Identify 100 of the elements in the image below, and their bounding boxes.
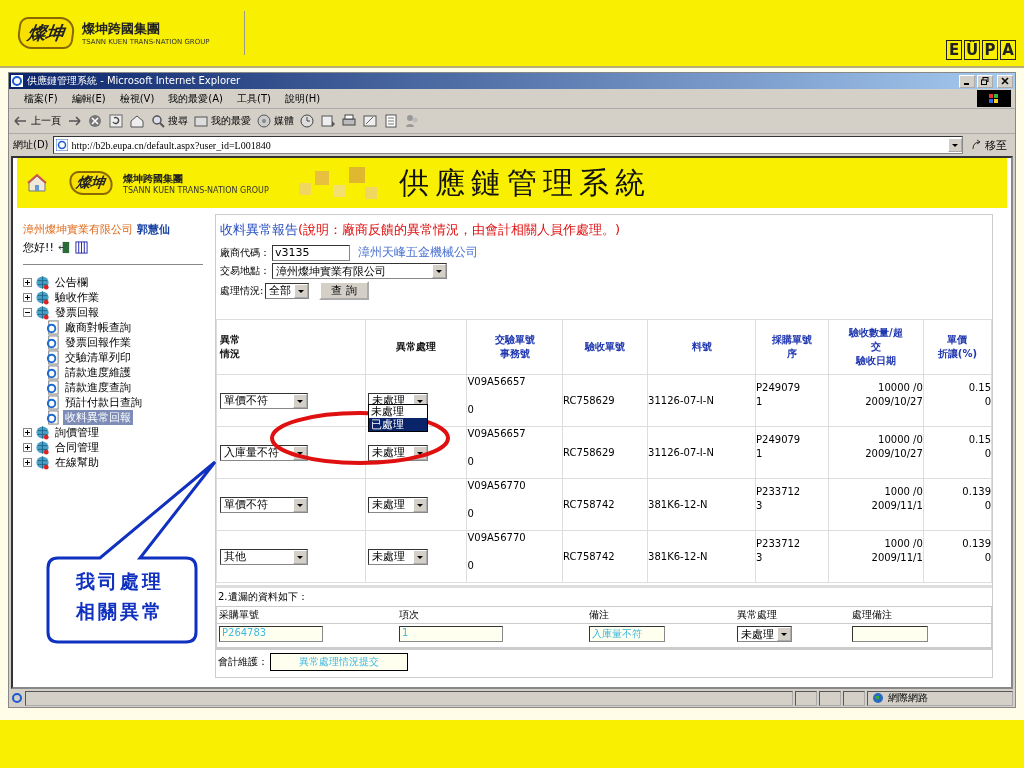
handling-select[interactable]: 未處理 (367, 444, 428, 461)
home-icon[interactable] (27, 173, 47, 193)
caret-icon (435, 267, 443, 275)
handling-remark-field[interactable] (852, 626, 928, 642)
globe-icon (35, 290, 50, 305)
dropdown-option[interactable]: 已處理 (368, 418, 427, 431)
dropdown-button[interactable] (293, 497, 307, 512)
query-button[interactable]: 查 詢 (319, 281, 369, 300)
tree-item[interactable]: 驗收作業 (53, 290, 101, 305)
refresh-button[interactable] (108, 113, 124, 129)
handling-select[interactable]: 未處理 (737, 626, 792, 642)
tree-item[interactable]: 發票回報作業 (63, 335, 133, 350)
table-cell-text: 3 (756, 499, 764, 513)
vendor-code-field[interactable]: v3135 (272, 244, 350, 261)
page-icon (45, 320, 60, 335)
history-button[interactable] (299, 113, 315, 129)
back-button[interactable]: 上一頁 (13, 113, 61, 129)
home-button[interactable] (129, 113, 145, 129)
go-button[interactable]: 移至 (967, 137, 1011, 153)
tree-item[interactable]: 請款進度維護 (63, 365, 133, 380)
address-field[interactable]: http://b2b.eupa.cn/default.aspx?user_id=L001840 (52, 136, 963, 154)
tree-item[interactable]: 請款進度查詢 (63, 380, 133, 395)
status-select[interactable]: 全部 (265, 282, 310, 299)
media-button[interactable]: 媒體 (256, 113, 294, 129)
table-cell-text: 1 (756, 447, 764, 461)
tree-item[interactable]: 廠商對帳查詢 (63, 320, 133, 335)
favorites-button[interactable]: 我的最愛 (193, 113, 251, 129)
issue-select[interactable]: 單價不符 (220, 392, 308, 409)
edit-button[interactable] (362, 113, 378, 129)
home-icon (129, 113, 145, 129)
caret-icon (780, 630, 788, 638)
table-cell: 381K6-12-N (648, 499, 708, 510)
dropdown-button[interactable] (948, 138, 962, 152)
discuss-button[interactable] (383, 113, 399, 129)
table-cell-text: 0 (467, 559, 475, 573)
dropdown-button[interactable] (412, 549, 427, 564)
column-header[interactable]: 交驗單號 事務號 (466, 319, 563, 375)
page-icon (45, 335, 60, 350)
door-icon[interactable] (57, 240, 71, 254)
dropdown-button[interactable] (293, 393, 307, 408)
location-select[interactable]: 漳州燦坤實業有限公司 (272, 263, 447, 279)
close-button[interactable] (997, 74, 1013, 88)
table-cell-text: 0.15 (967, 381, 991, 395)
tree-item[interactable]: 發票回報 (53, 305, 101, 320)
restore-button[interactable] (977, 74, 993, 88)
handling-select[interactable]: 未處理 (367, 548, 428, 565)
expand-icon[interactable] (23, 293, 32, 302)
globe-icon (35, 425, 50, 440)
tree-item[interactable]: 合同管理 (53, 440, 101, 455)
tree-item[interactable]: 公告欄 (53, 275, 90, 290)
table-cell: 381K6-12-N (648, 551, 708, 562)
dropdown-button[interactable] (432, 264, 446, 278)
menu-item[interactable]: 檔案(F) (17, 91, 65, 106)
menu-item[interactable]: 我的最愛(A) (161, 91, 230, 106)
menu-item[interactable]: 編輯(E) (64, 91, 113, 106)
tree-item[interactable]: 在線幫助 (53, 455, 101, 470)
collapse-icon[interactable] (23, 308, 32, 317)
report-note: (說明：廠商反饋的異常情況，由會計相關人員作處理。) (298, 222, 621, 237)
printer-icon (341, 113, 357, 129)
stop-button[interactable] (87, 113, 103, 129)
handling-select[interactable]: 未處理 (367, 496, 428, 513)
dropdown-button[interactable] (294, 283, 309, 298)
column-header[interactable]: 驗收單號 (562, 319, 648, 375)
print-button[interactable] (341, 113, 357, 129)
column-header[interactable]: 驗收數量/超 交 驗收日期 (828, 319, 924, 375)
globe-icon (35, 455, 50, 470)
globe-icon (35, 440, 50, 455)
column-header[interactable]: 採購單號 序 (755, 319, 829, 375)
table-cell-text: 0 (983, 551, 991, 565)
expand-icon[interactable] (23, 428, 32, 437)
page-icon (11, 692, 23, 704)
tree-item[interactable]: 詢價管理 (53, 425, 101, 440)
column-header: 異常 情況 (216, 319, 366, 375)
menu-item[interactable]: 說明(H) (277, 91, 328, 106)
expand-icon[interactable] (23, 458, 32, 467)
dropdown-button[interactable] (777, 627, 791, 641)
table-cell-text: 2009/10/27 (864, 395, 923, 409)
status-panel (795, 690, 817, 706)
issue-select[interactable]: 單價不符 (220, 496, 308, 513)
table-cell-text: 0 (983, 395, 991, 409)
search-button[interactable]: 搜尋 (150, 113, 188, 129)
menu-item[interactable]: 工具(T) (230, 91, 278, 106)
callout-text: 我司處理 相關異常 (74, 569, 165, 624)
arrow-icon (971, 139, 983, 151)
dropdown-button[interactable] (412, 497, 427, 512)
column-header[interactable]: 單價 折讓(%) (923, 319, 992, 375)
expand-icon[interactable] (23, 278, 32, 287)
issue-select[interactable]: 其他 (220, 548, 308, 565)
menu-item[interactable]: 檢視(V) (112, 91, 162, 106)
tree-item[interactable]: 交驗清單列印 (63, 350, 133, 365)
expand-icon[interactable] (23, 443, 32, 452)
globe-icon (872, 692, 884, 704)
group-name-english: TSANN KUEN TRANS-NATION GROUP (123, 185, 269, 195)
tree-item[interactable]: 預計付款日查詢 (63, 395, 144, 410)
dropdown-button[interactable] (293, 549, 307, 564)
clock-icon (299, 113, 315, 129)
table-cell-text: 0 (467, 455, 475, 469)
column-header[interactable]: 料號 (647, 319, 756, 375)
table-cell-text: 1000 /0 (883, 485, 923, 499)
minimize-button[interactable] (959, 74, 975, 88)
